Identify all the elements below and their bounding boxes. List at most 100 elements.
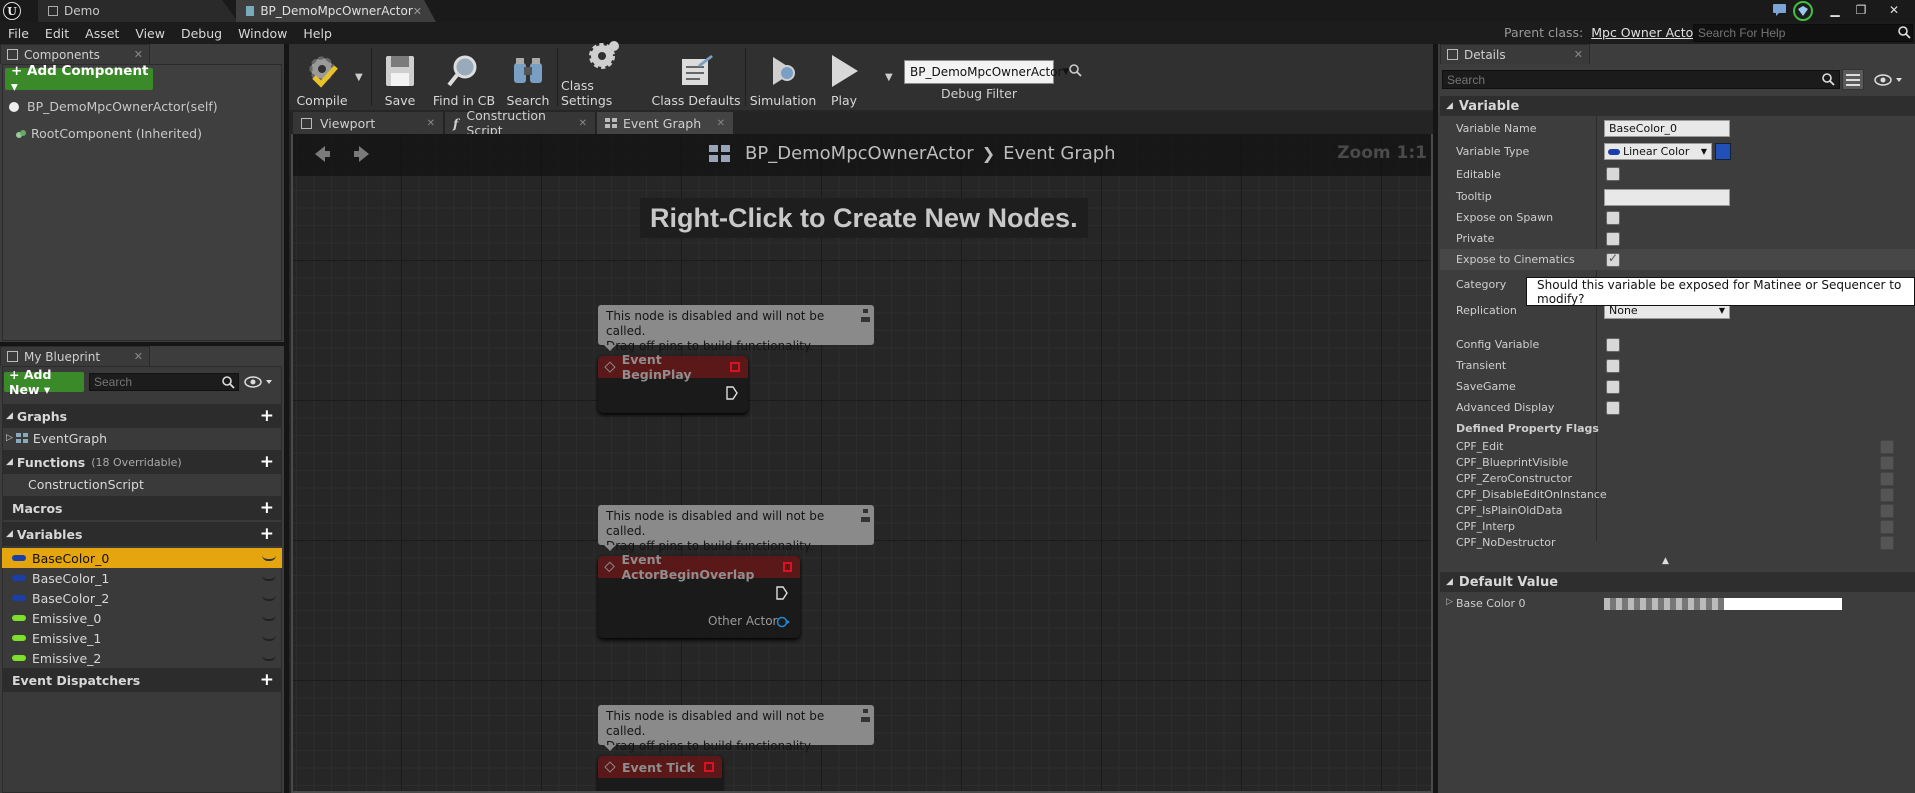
closed-eye-icon[interactable] bbox=[262, 635, 276, 641]
close-icon[interactable]: ✕ bbox=[579, 118, 587, 129]
play-button[interactable]: Play bbox=[819, 48, 869, 108]
event-graph-canvas[interactable]: BP_DemoMpcOwnerActor ❯ Event Graph Zoom … bbox=[291, 134, 1433, 793]
debug-filter-select[interactable]: BP_DemoMpcOwnerActor ▼ bbox=[904, 60, 1069, 84]
event-beginplay-node[interactable]: Event BeginPlay bbox=[598, 352, 748, 413]
component-self[interactable]: BP_DemoMpcOwnerActor(self) bbox=[9, 99, 279, 114]
graph-item-eventgraph[interactable]: ▷ EventGraph bbox=[2, 428, 282, 448]
add-graph-icon[interactable]: + bbox=[260, 406, 274, 426]
closed-eye-icon[interactable] bbox=[262, 655, 276, 661]
property-matrix-icon[interactable] bbox=[1842, 69, 1864, 90]
function-item-construction-script[interactable]: ConstructionScript bbox=[2, 474, 282, 494]
search-icon[interactable] bbox=[1069, 64, 1082, 77]
compile-button[interactable]: Compile bbox=[291, 48, 353, 108]
menu-window[interactable]: Window bbox=[230, 26, 295, 41]
component-root[interactable]: RootComponent (Inherited) bbox=[15, 126, 275, 141]
add-component-button[interactable]: + Add Component ▾ bbox=[5, 63, 153, 95]
close-icon[interactable]: ✕ bbox=[717, 118, 725, 129]
expose-to-cinematics-checkbox[interactable] bbox=[1606, 251, 1620, 267]
config-variable-checkbox[interactable] bbox=[1606, 338, 1620, 352]
tab-construction-script[interactable]: f Construction Script ✕ bbox=[445, 108, 595, 138]
variables-category[interactable]: ◢ Variables + bbox=[2, 522, 282, 546]
breadcrumb-root[interactable]: BP_DemoMpcOwnerActor bbox=[745, 143, 974, 164]
pin-icon[interactable] bbox=[861, 308, 870, 326]
unreal-logo-icon[interactable]: U bbox=[3, 2, 21, 20]
expand-icon[interactable]: ▷ bbox=[1446, 597, 1453, 607]
closed-eye-icon[interactable] bbox=[262, 575, 276, 581]
exec-output-pin[interactable] bbox=[776, 586, 788, 600]
container-type-icon[interactable] bbox=[1715, 143, 1731, 160]
variable-item-emissive-2[interactable]: Emissive_2 bbox=[2, 648, 282, 668]
simulation-button[interactable]: Simulation bbox=[749, 48, 817, 108]
variable-type-select[interactable]: Linear Color ▼ bbox=[1604, 143, 1712, 160]
search-button[interactable]: Search bbox=[501, 48, 555, 108]
variable-section-header[interactable]: ◢ Variable bbox=[1440, 96, 1915, 116]
advanced-display-checkbox[interactable] bbox=[1606, 401, 1620, 415]
my-blueprint-tab[interactable]: My Blueprint ✕ bbox=[0, 346, 150, 366]
object-output-pin[interactable] bbox=[776, 616, 790, 628]
back-arrow-icon[interactable] bbox=[313, 144, 331, 164]
event-dispatchers-category[interactable]: Event Dispatchers + bbox=[2, 668, 282, 692]
menu-file[interactable]: File bbox=[0, 26, 37, 41]
menu-edit[interactable]: Edit bbox=[37, 26, 77, 41]
save-button[interactable]: Save bbox=[375, 48, 425, 108]
closed-eye-icon[interactable] bbox=[262, 555, 276, 561]
close-window-button[interactable]: ✕ bbox=[1876, 0, 1912, 20]
components-tab[interactable]: Components ✕ bbox=[0, 44, 150, 64]
private-checkbox[interactable] bbox=[1606, 232, 1620, 246]
event-tick-node[interactable]: Event Tick bbox=[598, 756, 722, 791]
add-macro-icon[interactable]: + bbox=[260, 498, 274, 518]
doc-tab-blueprint[interactable]: BP_DemoMpcOwnerActor ✕ bbox=[236, 0, 436, 22]
play-options-chevron-icon[interactable]: ▼ bbox=[885, 72, 893, 83]
transient-checkbox[interactable] bbox=[1606, 359, 1620, 373]
event-actorbeginoverlap-node[interactable]: Event ActorBeginOverlap Other Actor bbox=[598, 552, 800, 638]
chat-icon[interactable] bbox=[1772, 2, 1788, 18]
expose-on-spawn-checkbox[interactable] bbox=[1606, 211, 1620, 225]
restore-button[interactable]: ❐ bbox=[1850, 0, 1872, 20]
help-search-input[interactable] bbox=[1693, 24, 1913, 42]
menu-asset[interactable]: Asset bbox=[77, 26, 127, 41]
details-search-input[interactable] bbox=[1442, 70, 1840, 89]
view-options-eye-icon[interactable] bbox=[244, 374, 274, 390]
menu-help[interactable]: Help bbox=[295, 26, 340, 41]
class-settings-button[interactable]: Class Settings bbox=[561, 41, 647, 108]
variable-item-emissive-0[interactable]: Emissive_0 bbox=[2, 608, 282, 628]
doc-tab-demo[interactable]: Demo bbox=[38, 0, 238, 22]
variable-name-input[interactable]: BaseColor_0 bbox=[1604, 120, 1730, 137]
collapse-advanced-icon[interactable]: ▲ bbox=[1662, 556, 1669, 566]
search-icon[interactable] bbox=[1898, 26, 1911, 39]
savegame-checkbox[interactable] bbox=[1606, 380, 1620, 394]
variable-item-basecolor-2[interactable]: BaseColor_2 bbox=[2, 588, 282, 608]
add-dispatcher-icon[interactable]: + bbox=[260, 670, 274, 690]
variable-item-basecolor-0[interactable]: BaseColor_0 bbox=[2, 548, 282, 568]
close-icon[interactable]: ✕ bbox=[427, 118, 435, 129]
add-variable-icon[interactable]: + bbox=[260, 524, 274, 544]
pin-icon[interactable] bbox=[861, 708, 870, 726]
find-in-cb-button[interactable]: Find in CB bbox=[429, 48, 499, 108]
exec-output-pin[interactable] bbox=[726, 386, 738, 400]
menu-debug[interactable]: Debug bbox=[173, 26, 230, 41]
source-control-icon[interactable] bbox=[1792, 0, 1814, 22]
closed-eye-icon[interactable] bbox=[262, 615, 276, 621]
forward-arrow-icon[interactable] bbox=[353, 144, 371, 164]
add-new-button[interactable]: + Add New ▾ bbox=[4, 367, 84, 397]
closed-eye-icon[interactable] bbox=[262, 595, 276, 601]
tab-event-graph[interactable]: Event Graph ✕ bbox=[597, 112, 733, 134]
pin-icon[interactable] bbox=[861, 508, 870, 526]
compile-options-chevron-icon[interactable]: ▼ bbox=[355, 72, 363, 83]
close-icon[interactable]: ✕ bbox=[1574, 48, 1583, 61]
details-tab[interactable]: Details ✕ bbox=[1440, 44, 1590, 64]
macros-category[interactable]: Macros + bbox=[2, 496, 282, 520]
tab-viewport[interactable]: Viewport ✕ bbox=[293, 112, 443, 134]
view-options-eye-icon[interactable] bbox=[1874, 73, 1904, 87]
add-function-icon[interactable]: + bbox=[260, 452, 274, 472]
minimize-button[interactable]: ▁ bbox=[1824, 0, 1846, 20]
default-value-section-header[interactable]: ◢ Default Value bbox=[1440, 572, 1915, 592]
tooltip-input[interactable] bbox=[1604, 189, 1730, 206]
blueprint-search-input[interactable] bbox=[89, 373, 239, 391]
close-icon[interactable]: ✕ bbox=[413, 5, 422, 18]
close-icon[interactable]: ✕ bbox=[134, 48, 143, 61]
functions-category[interactable]: ◢ Functions (18 Overridable) + bbox=[2, 450, 282, 474]
graphs-category[interactable]: ◢ Graphs + bbox=[2, 404, 282, 428]
variable-item-basecolor-1[interactable]: BaseColor_1 bbox=[2, 568, 282, 588]
variable-item-emissive-1[interactable]: Emissive_1 bbox=[2, 628, 282, 648]
